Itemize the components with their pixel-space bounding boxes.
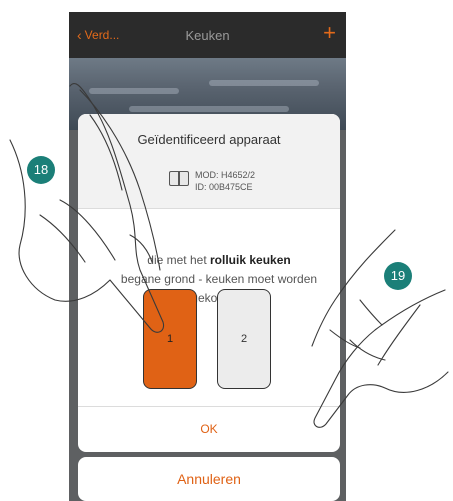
step-badge-18: 18 (27, 156, 55, 184)
left-hand-outline (9, 83, 165, 333)
hand-illustrations (9, 83, 449, 428)
step-badge-19: 19 (384, 262, 412, 290)
